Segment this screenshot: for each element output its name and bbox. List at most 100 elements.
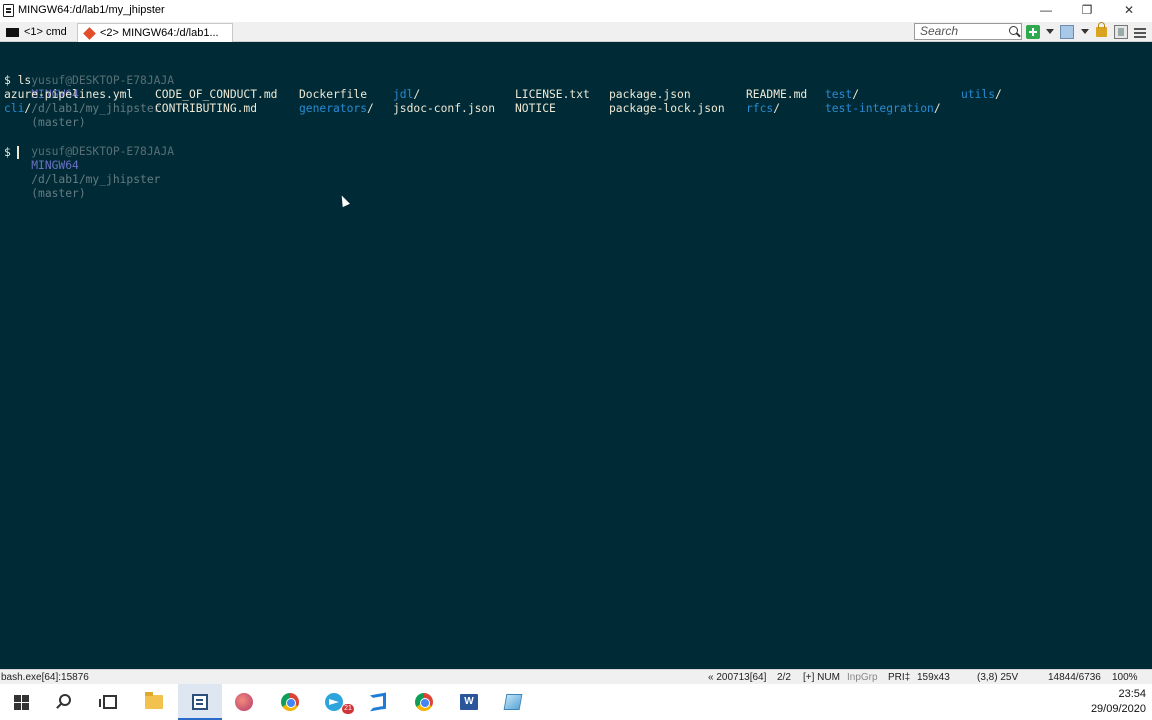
restore-button[interactable]: ❐ — [1066, 0, 1108, 22]
prompt-user: yusuf@DESKTOP-E78JAJA — [31, 145, 175, 158]
directory-entry: utils/ — [961, 88, 1002, 102]
conemu-app-icon[interactable] — [3, 4, 14, 17]
new-console-icon[interactable] — [1026, 25, 1040, 39]
taskbar-vscode[interactable] — [356, 684, 400, 720]
file-entry: LICENSE.txt — [515, 88, 590, 102]
prompt-line: yusuf@DESKTOP-E78JAJA MINGW64 /d/lab1/my… — [4, 60, 174, 129]
hamburger-menu-icon[interactable] — [1134, 28, 1146, 30]
entry-name: generators — [299, 102, 368, 115]
status-buffer: 14844/6736 — [1048, 672, 1101, 683]
directory-entry: test/ — [825, 88, 859, 102]
entry-name: Dockerfile — [299, 88, 368, 101]
dir-slash: / — [933, 102, 941, 115]
lock-icon[interactable] — [1096, 22, 1107, 37]
entry-name: package-lock.json — [609, 102, 725, 115]
prompt-branch: (master) — [31, 187, 86, 200]
mouse-pointer-icon — [338, 193, 350, 208]
dir-slash: / — [413, 88, 421, 101]
tab-label: <2> MINGW64:/d/lab1... — [100, 27, 219, 39]
search-input[interactable]: Search — [914, 23, 1022, 40]
entry-name: NOTICE — [515, 102, 556, 115]
tab-bar: <1> cmd <2> MINGW64:/d/lab1... Search — [0, 22, 1152, 42]
taskbar-file-explorer[interactable] — [132, 684, 176, 720]
entry-name: test — [825, 88, 853, 101]
status-cursor-pos: (3,8) 25V — [977, 672, 1019, 683]
entry-name: package.json — [609, 88, 691, 101]
search-icon — [59, 694, 71, 706]
paint-3d-icon — [235, 693, 253, 711]
entry-name: utils — [961, 88, 996, 101]
directory-entry: jdl/ — [393, 88, 420, 102]
folder-icon — [145, 692, 163, 709]
chevron-down-icon[interactable] — [1046, 29, 1054, 34]
tab-label: <1> cmd — [24, 26, 67, 38]
status-process: bash.exe[64]:15876 — [1, 672, 89, 683]
directory-entry: cli/ — [4, 102, 31, 116]
taskbar-chrome[interactable] — [268, 684, 312, 720]
tab-mingw64[interactable]: <2> MINGW64:/d/lab1... — [77, 23, 233, 42]
entry-name: test-integration — [825, 102, 934, 115]
search-icon[interactable] — [1009, 26, 1018, 35]
notification-badge: 21 — [342, 704, 354, 714]
windows-logo-icon — [14, 695, 29, 710]
file-entry: NOTICE — [515, 102, 556, 116]
file-entry: CODE_OF_CONDUCT.md — [155, 88, 277, 102]
system-clock[interactable]: 23:54 29/09/2020 — [1091, 687, 1146, 717]
chrome-icon — [415, 693, 433, 711]
entry-name: azure-pipelines.yml — [4, 88, 134, 101]
terminal-area[interactable]: yusuf@DESKTOP-E78JAJA MINGW64 /d/lab1/my… — [0, 42, 1152, 669]
window-title: MINGW64:/d/lab1/my_jhipster — [18, 4, 165, 16]
dir-slash: / — [24, 102, 32, 115]
telegram-icon — [325, 693, 343, 711]
dir-slash: / — [367, 102, 374, 115]
status-inpgrp: InpGrp — [847, 672, 878, 683]
file-entry: package.json — [609, 88, 691, 102]
app-icon — [503, 694, 523, 710]
git-icon — [83, 27, 96, 40]
status-bar: bash.exe[64]:15876 « 200713[64] 2/2 [+] … — [0, 669, 1152, 684]
start-button[interactable] — [0, 684, 44, 720]
split-view-icon[interactable] — [1060, 25, 1074, 39]
prompt-user: yusuf@DESKTOP-E78JAJA — [31, 74, 175, 87]
directory-entry: test-integration/ — [825, 102, 941, 116]
dir-slash: / — [852, 88, 860, 101]
taskbar-search-button[interactable] — [44, 684, 88, 720]
status-priority: PRI‡ — [888, 672, 911, 683]
prompt-system: MINGW64 — [31, 159, 79, 172]
status-build: « 200713[64] — [708, 672, 767, 683]
entry-name: rfcs — [746, 102, 774, 115]
vscode-icon — [370, 692, 386, 712]
file-entry: CONTRIBUTING.md — [155, 102, 257, 116]
search-placeholder: Search — [920, 24, 959, 38]
chrome-icon — [281, 693, 299, 711]
taskbar-telegram[interactable]: 21 — [312, 684, 356, 720]
prompt-line: yusuf@DESKTOP-E78JAJA MINGW64 /d/lab1/my… — [4, 131, 174, 200]
directory-entry: generators/ — [299, 102, 374, 116]
dir-slash: / — [995, 88, 1002, 101]
status-size: 159x43 — [917, 672, 950, 683]
input-prompt: $ — [4, 146, 11, 159]
task-view-button[interactable] — [88, 684, 132, 720]
prompt-path: /d/lab1/my_jhipster — [31, 102, 161, 115]
title-bar: MINGW64:/d/lab1/my_jhipster — ❐ ✕ — [0, 0, 1152, 22]
dir-slash: / — [773, 102, 781, 115]
taskbar-chrome-2[interactable] — [402, 684, 446, 720]
minimize-button[interactable]: — — [1025, 0, 1067, 22]
taskbar-app[interactable] — [491, 684, 535, 720]
text-cursor — [17, 146, 19, 159]
taskbar-conemu[interactable] — [178, 684, 222, 720]
panel-icon[interactable] — [1114, 25, 1128, 39]
entry-name: jsdoc-conf.json — [393, 102, 496, 115]
file-entry: package-lock.json — [609, 102, 725, 116]
taskbar-word[interactable]: W — [447, 684, 491, 720]
cmd-icon — [6, 28, 19, 37]
tab-cmd[interactable]: <1> cmd — [0, 23, 76, 42]
chevron-down-icon[interactable] — [1081, 29, 1089, 34]
entry-name: LICENSE.txt — [515, 88, 590, 101]
taskbar-paint-3d[interactable] — [222, 684, 266, 720]
entry-name: jdl — [393, 88, 414, 101]
close-button[interactable]: ✕ — [1108, 0, 1150, 22]
entry-name: README.md — [746, 88, 808, 101]
status-console-index: 2/2 — [777, 672, 791, 683]
task-view-icon — [99, 695, 117, 709]
